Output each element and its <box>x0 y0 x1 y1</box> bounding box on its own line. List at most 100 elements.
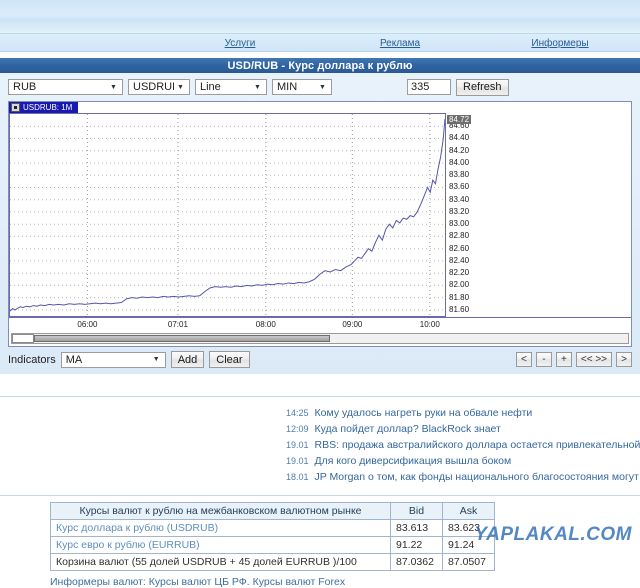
nav-link-uslugi[interactable]: Услуги <box>225 38 256 49</box>
rates-section: Курсы валют к рублю на межбанковском вал… <box>0 496 640 588</box>
y-axis-tick: 81.80 <box>449 294 469 302</box>
y-axis-tick: 83.20 <box>449 208 469 216</box>
y-axis-tick: 84.40 <box>449 134 469 142</box>
scrollbar-thumb[interactable] <box>12 334 34 343</box>
refresh-button[interactable]: Refresh <box>456 79 509 96</box>
news-item-time: 14:25 <box>286 408 309 418</box>
indicators-label: Indicators <box>8 354 56 366</box>
x-axis: 06:0007:0108:0009:0010:00 <box>9 317 631 331</box>
chart-horizontal-scrollbar[interactable] <box>11 333 629 344</box>
rate-ask-cell: 87.0507 <box>443 554 495 571</box>
news-item-title[interactable]: Кому удалось нагреть руки на обвале нефт… <box>315 407 533 419</box>
col-header-name: Курсы валют к рублю на межбанковском вал… <box>51 503 391 520</box>
current-price-label: 84.72 <box>447 115 471 124</box>
period-select-value: MIN <box>277 81 316 93</box>
indicator-select[interactable]: MA ▼ <box>61 352 166 368</box>
plot-row: 84.6084.4084.2084.0083.8083.6083.4083.20… <box>9 113 631 317</box>
price-chart-plot[interactable] <box>9 113 446 317</box>
chart-nav-button-4[interactable]: > <box>616 352 632 367</box>
charttype-select-value: Line <box>200 81 251 93</box>
chart-nav-button-0[interactable]: < <box>516 352 532 367</box>
pair-select-value: USDRUB <box>133 81 174 93</box>
chart-nav-button-1[interactable]: - <box>536 352 552 367</box>
table-row: Курс евро к рублю (EURRUB) 91.2291.24 <box>51 537 495 554</box>
news-item-time: 12:09 <box>286 424 309 434</box>
y-axis-tick: 82.40 <box>449 257 469 265</box>
currency-select[interactable]: RUB ▼ <box>8 79 123 95</box>
chart-legend[interactable]: USDRUB: 1M <box>9 102 78 113</box>
chart-legend-bar: USDRUB: 1M <box>9 102 631 113</box>
nav-cell-uslugi[interactable]: Услуги <box>160 37 320 49</box>
x-axis-tick: 10:00 <box>420 320 440 329</box>
news-item-link[interactable]: JP Morgan о том, как фонды национального… <box>315 471 640 483</box>
news-item-link[interactable]: Куда пойдет доллар? BlackRock знает <box>315 423 501 435</box>
charttype-select[interactable]: Line ▼ <box>195 79 267 95</box>
footer-link-0[interactable]: Курсы валют ЦБ РФ. <box>149 576 250 588</box>
news-item[interactable]: 19.01 Для кого диверсификация вышла боком <box>286 453 640 469</box>
news-item[interactable]: 18.01 JP Morgan о том, как фонды национал… <box>286 469 640 485</box>
chart-nav-button-3[interactable]: << >> <box>576 352 612 367</box>
y-axis-tick: 84.00 <box>449 159 469 167</box>
news-item-time: 18.01 <box>286 472 309 482</box>
x-axis-tick: 06:00 <box>77 320 97 329</box>
rate-ask-cell: 91.24 <box>443 537 495 554</box>
nav-link-reklama[interactable]: Реклама <box>380 38 420 49</box>
table-row: Корзина валют (55 долей USDRUB + 45 доле… <box>51 554 495 571</box>
chart-legend-label: USDRUB: 1M <box>23 103 72 112</box>
x-axis-tick: 09:00 <box>342 320 362 329</box>
chart-container: USDRUB: 1M 84.6084.4084.2084.0083.8083.6… <box>8 101 632 347</box>
news-item-title[interactable]: Для кого диверсификация вышла боком <box>315 455 512 467</box>
period-select[interactable]: MIN ▼ <box>272 79 332 95</box>
pair-select[interactable]: USDRUB ▼ <box>128 79 190 95</box>
news-item-title[interactable]: RBS: продажа австралийского доллара оста… <box>315 439 640 451</box>
y-axis-tick: 84.20 <box>449 147 469 155</box>
news-item-title[interactable]: Куда пойдет доллар? BlackRock знает <box>315 423 501 435</box>
price-line-svg <box>10 114 445 316</box>
nav-link-informery[interactable]: Информеры <box>531 38 588 49</box>
chevron-down-icon: ▼ <box>174 80 187 94</box>
y-axis-tick: 83.00 <box>449 220 469 228</box>
scrollbar-track-filled[interactable] <box>34 335 330 342</box>
table-row: Курс доллара к рублю (USDRUB)83.61383.62… <box>51 520 495 537</box>
news-item-link[interactable]: Для кого диверсификация вышла боком <box>315 455 512 467</box>
rate-name-cell: Корзина валют (55 долей USDRUB + 45 доле… <box>51 554 391 571</box>
rate-name-cell[interactable]: Курс евро к рублю (EURRUB) <box>51 537 391 554</box>
news-item[interactable]: 14:25 Кому удалось нагреть руки на обвале… <box>286 405 640 421</box>
news-item-time: 19.01 <box>286 456 309 466</box>
nav-cell-reklama[interactable]: Реклама <box>320 37 480 49</box>
nav-cell-informery[interactable]: Информеры <box>480 37 640 49</box>
footer-prefix: Информеры валют: <box>50 576 149 588</box>
col-header-ask: Ask <box>443 503 495 520</box>
content-gap <box>0 374 640 396</box>
rate-bid-cell: 91.22 <box>391 537 443 554</box>
chevron-down-icon: ▼ <box>251 80 264 94</box>
news-item[interactable]: 19.01RBS: продажа австралийского доллара… <box>286 437 640 453</box>
chart-toolbar: RUB ▼ USDRUB ▼ Line ▼ MIN ▼ 335 Refresh <box>0 73 640 101</box>
footer-link-1[interactable]: Курсы валют Forex <box>253 576 345 588</box>
series-marker-icon <box>11 103 20 112</box>
bars-count-input[interactable]: 335 <box>407 79 451 95</box>
y-axis-tick: 83.80 <box>449 171 469 179</box>
rate-bid-cell: 83.613 <box>391 520 443 537</box>
watermark: YAPLAKAL.COM <box>474 524 632 546</box>
chart-navigation-buttons: <-+ << >> > <box>516 352 632 367</box>
col-header-bid: Bid <box>391 503 443 520</box>
currency-rates-table: Курсы валют к рублю на межбанковском вал… <box>50 502 495 571</box>
news-list: 14:25 Кому удалось нагреть руки на обвале… <box>0 397 640 495</box>
news-item[interactable]: 12:09 Куда пойдет доллар? BlackRock знает <box>286 421 640 437</box>
page-top-banner <box>0 0 640 34</box>
y-axis-tick: 82.00 <box>449 281 469 289</box>
chevron-down-icon: ▼ <box>316 80 329 94</box>
y-axis-tick: 81.60 <box>449 306 469 314</box>
rate-name-cell[interactable]: Курс доллара к рублю (USDRUB) <box>51 520 391 537</box>
rate-name-link[interactable]: Курс евро к рублю (EURRUB) <box>56 539 200 551</box>
rate-name-link[interactable]: Курс доллара к рублю (USDRUB) <box>56 522 218 534</box>
chart-widget: RUB ▼ USDRUB ▼ Line ▼ MIN ▼ 335 Refresh … <box>0 73 640 374</box>
page-title: USD/RUB - Курс доллара к рублю <box>0 58 640 73</box>
news-item-title[interactable]: JP Morgan о том, как фонды национального… <box>315 471 640 483</box>
clear-indicators-button[interactable]: Clear <box>209 351 249 368</box>
add-indicator-button[interactable]: Add <box>171 351 205 368</box>
news-item-link[interactable]: Кому удалось нагреть руки на обвале нефт… <box>315 407 533 419</box>
chart-nav-button-2[interactable]: + <box>556 352 572 367</box>
news-item-link[interactable]: RBS: продажа австралийского доллара оста… <box>315 439 640 451</box>
